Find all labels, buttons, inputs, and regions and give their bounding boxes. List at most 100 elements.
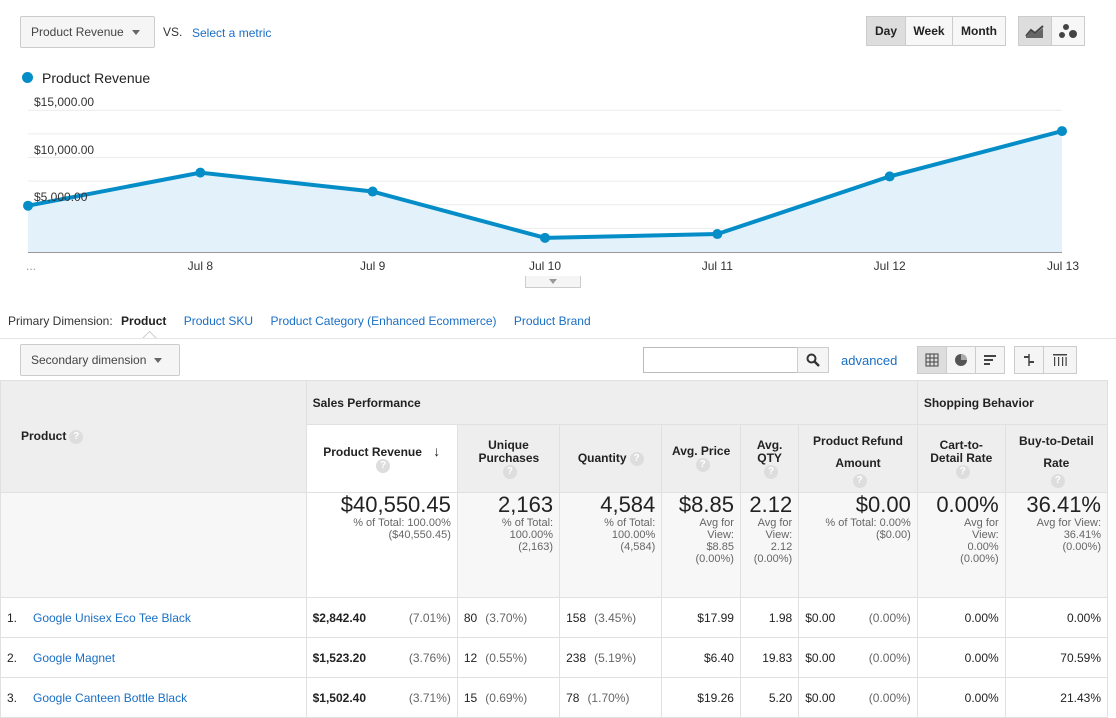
col-label: Quantity	[577, 450, 627, 465]
product-link[interactable]: Google Canteen Bottle Black	[33, 691, 187, 705]
data-point	[23, 200, 33, 211]
unique-value: 12	[463, 650, 478, 665]
product-link[interactable]: Google Magnet	[33, 651, 115, 665]
qty-pct: (3.45%)	[594, 610, 637, 625]
col-quantity[interactable]: Quantity?	[559, 424, 663, 493]
col-product-revenue[interactable]: Product Revenue ↓?	[305, 424, 458, 493]
y-tick-label: $5,000.00	[34, 189, 88, 204]
col-unique-purchases[interactable]: Unique Purchases?	[456, 424, 561, 493]
secondary-dimension-label: Secondary dimension	[31, 353, 147, 367]
x-tick-label: Jul 10	[528, 259, 562, 273]
view-performance-button[interactable]	[975, 346, 1005, 374]
dimension-product-sku[interactable]: Product SKU	[184, 314, 253, 328]
x-tick-label: Jul 9	[359, 259, 386, 273]
primary-dimension-bar: Primary Dimension: Product Product SKU P…	[8, 314, 591, 328]
total-sub: (0.00%)	[753, 553, 793, 565]
totals-row: $40,550.45% of Total: 100.00% ($40,550.45…	[0, 492, 1109, 598]
col-avg-price[interactable]: Avg. Price?	[661, 424, 741, 493]
col-avg-qty[interactable]: Avg. QTY?	[739, 424, 800, 493]
avg-price-cell: $19.26	[661, 677, 741, 718]
col-label: Product Revenue	[323, 444, 422, 459]
total-sub: % of Total:	[604, 517, 656, 529]
total-sub: View:	[707, 529, 734, 541]
revenue-cell: $2,842.40 (7.01%)	[305, 597, 458, 638]
qty-value: 238	[566, 650, 587, 665]
table-row: 1. Google Unisex Eco Tee Black $2,842.40 (7…	[0, 597, 1109, 638]
y-tick-label: $10,000.00	[34, 142, 95, 157]
total-value: 2.12	[749, 492, 793, 517]
total-sub: Avg for	[699, 517, 734, 529]
data-point	[884, 171, 895, 182]
col-buy-to-detail[interactable]: Buy-to-Detail Rate?	[1004, 424, 1109, 493]
total-sub: ($40,550.45)	[388, 529, 451, 541]
refund-value: $0.00	[805, 690, 836, 705]
help-icon: ?	[69, 429, 84, 444]
help-icon: ?	[955, 464, 970, 479]
revenue-cell: $1,523.20 (3.76%)	[305, 637, 458, 678]
total-avg-qty: 2.12 Avg for View: 2.12 (0.00%)	[739, 492, 800, 598]
revenue-value: $1,502.40	[312, 690, 366, 705]
view-table-button[interactable]	[917, 346, 947, 374]
sort-arrow-icon: ↓	[433, 442, 441, 459]
report-table: Product? Sales Performance Shopping Beha…	[0, 380, 1109, 718]
refund-pct: (0.00%)	[868, 690, 911, 705]
total-sub: (0.00%)	[960, 553, 999, 565]
product-cell: 1. Google Unisex Eco Tee Black	[0, 597, 307, 638]
total-value: $40,550.45	[340, 492, 451, 517]
refund-pct: (0.00%)	[868, 650, 911, 665]
dimension-product-category[interactable]: Product Category (Enhanced Ecommerce)	[270, 314, 496, 328]
help-icon: ?	[764, 464, 779, 479]
view-comparison-button[interactable]	[1014, 346, 1044, 374]
total-sub: % of Total: 100.00%	[353, 517, 451, 529]
product-cell: 2. Google Magnet	[0, 637, 307, 678]
line-chart	[23, 109, 1067, 253]
total-sub: % of Total:	[501, 517, 554, 529]
product-cell: 3. Google Canteen Bottle Black	[0, 677, 307, 718]
unique-value: 15	[463, 690, 478, 705]
table-row: 2. Google Magnet $1,523.20 (3.76%) 12 (0.55%)…	[0, 637, 1109, 678]
row-index: 2.	[7, 650, 18, 665]
total-sub: (0.00%)	[1062, 541, 1101, 553]
search-input[interactable]	[643, 347, 798, 373]
search-button[interactable]	[797, 347, 829, 373]
refund-pct: (0.00%)	[868, 610, 911, 625]
total-sub: (4,584)	[620, 541, 656, 553]
total-sub: Avg for	[757, 517, 793, 529]
pie-chart-icon	[955, 354, 967, 366]
data-point	[712, 229, 723, 240]
revenue-value: $2,842.40	[312, 610, 366, 625]
col-refund-amount[interactable]: Product Refund Amount?	[798, 424, 918, 493]
avg-qty-cell: 1.98	[739, 597, 800, 638]
buy-to-detail-cell: 21.43%	[1004, 677, 1109, 718]
product-link[interactable]: Google Unisex Eco Tee Black	[33, 611, 191, 625]
pivot-table-icon	[1053, 354, 1067, 366]
advanced-link[interactable]: advanced	[841, 353, 897, 368]
x-tick-label: ...	[26, 259, 37, 273]
view-pie-button[interactable]	[946, 346, 976, 374]
unique-cell: 80 (3.70%)	[456, 597, 561, 638]
view-pivot-button[interactable]	[1043, 346, 1077, 374]
col-label: Cart-to-Detail Rate	[930, 437, 993, 465]
total-value: 2,163	[498, 492, 554, 517]
shopping-behavior-group: Shopping Behavior	[916, 380, 1109, 425]
total-value: 36.41%	[1026, 492, 1101, 517]
col-label: Unique Purchases	[478, 437, 540, 465]
col-cart-to-detail[interactable]: Cart-to-Detail Rate?	[916, 424, 1006, 493]
total-sub: Avg for View:	[1036, 517, 1101, 529]
search-icon	[806, 353, 820, 367]
dimension-product-brand[interactable]: Product Brand	[514, 314, 591, 328]
product-column-header[interactable]: Product?	[0, 380, 307, 493]
quantity-cell: 78 (1.70%)	[559, 677, 663, 718]
secondary-dimension-select[interactable]: Secondary dimension	[20, 344, 180, 376]
total-value: 0.00%	[936, 492, 999, 517]
chart-collapse-handle[interactable]	[525, 276, 581, 288]
revenue-pct: (3.71%)	[408, 690, 451, 705]
qty-value: 78	[566, 690, 580, 705]
total-sub: Avg for	[964, 517, 999, 529]
total-revenue: $40,550.45% of Total: 100.00% ($40,550.45…	[305, 492, 458, 598]
data-point	[367, 186, 378, 197]
unique-value: 80	[463, 610, 478, 625]
table-row: 3. Google Canteen Bottle Black $1,502.40 (3…	[0, 677, 1109, 718]
help-icon: ?	[502, 464, 517, 479]
x-tick-label: Jul 13	[1046, 259, 1079, 273]
